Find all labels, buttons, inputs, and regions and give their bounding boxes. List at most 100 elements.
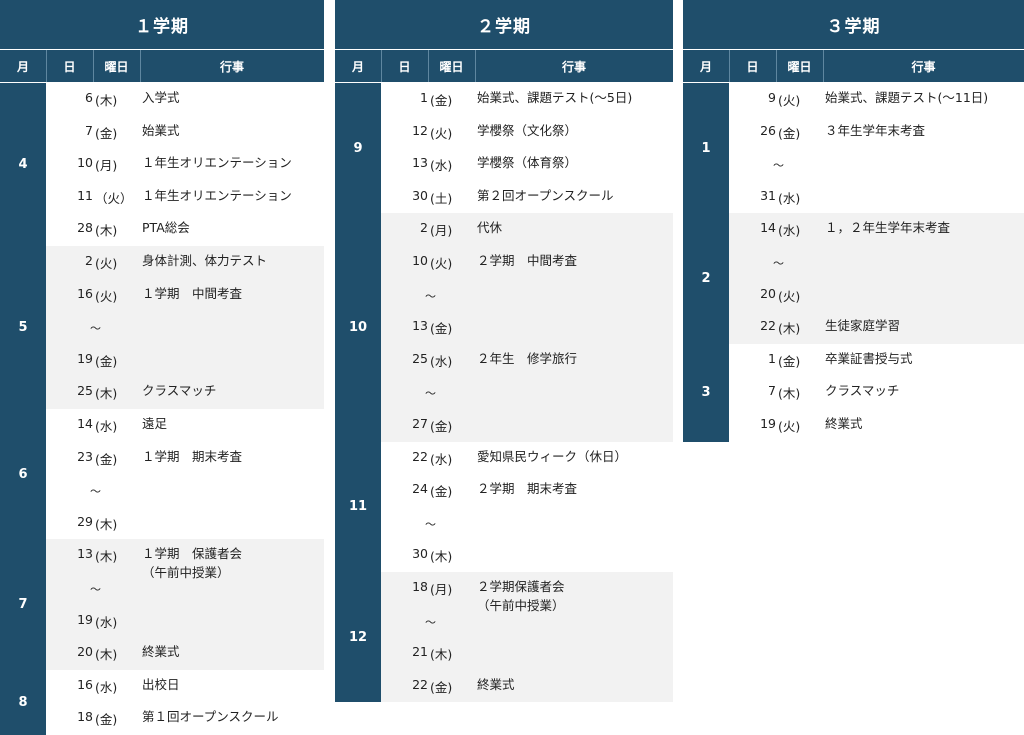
event-cell: ２学期 期末考査 [477, 481, 578, 497]
table-row: 11 （火） １年生オリエンテーション [46, 188, 324, 214]
event-cell: １学期 期末考査 [142, 448, 243, 464]
header-weekday: 曜日 [104, 59, 129, 74]
day-cell: 16 [77, 285, 93, 301]
weekday-cell: (金) [430, 321, 453, 337]
event-cell: 終業式 [477, 676, 515, 692]
header-event: 行事 [911, 59, 936, 74]
day-cell: 16 [77, 676, 93, 692]
term-title: ３学期 [683, 0, 1024, 49]
month-cell: 11 [335, 441, 381, 572]
header-event: 行事 [219, 59, 244, 74]
weekday-cell: (火) [778, 418, 801, 434]
month-block: 12 18 (月) ２学期保護者会 （午前中授業）〜 21 (木) 22 (金) 終業式 [335, 572, 673, 703]
table-row: 16 (水) 出校日 [46, 677, 324, 703]
table-row: 25 (水) ２年生 修学旅行 [381, 351, 673, 377]
event-cell: 入学式 [142, 90, 180, 105]
weekday-cell: (金) [95, 712, 118, 728]
table-row: 9 (火) 始業式、課題テスト(〜11日) [729, 90, 1024, 116]
day-cell: 18 [412, 579, 428, 594]
month-block: 3 1 (金) 卒業証書授与式 7 (木) クラスマッチ 19 (火) 終業式 [683, 343, 1024, 442]
header-month: 月 [351, 59, 364, 74]
month-block: 11 22 (水) 愛知県民ウィーク（休日） 24 (金) ２学期 期末考査〜 30 (木) [335, 441, 673, 572]
header-weekday: 曜日 [787, 59, 812, 74]
weekday-cell: (水) [95, 614, 118, 630]
table-row: 22 (金) 終業式 [381, 677, 673, 703]
table-row: 29 (木) [46, 514, 324, 540]
table-row: 〜 [381, 286, 673, 312]
day-cell: 30 [412, 187, 428, 203]
day-cell: 19 [760, 415, 776, 431]
event-cell: 出校日 [142, 676, 180, 692]
weekday-cell: (土) [430, 190, 453, 206]
range-tilde: 〜 [90, 485, 101, 499]
event-cell: 始業式 [142, 122, 180, 138]
table-row: 7 (金) 始業式 [46, 123, 324, 149]
day-cell: 2 [85, 253, 93, 268]
header-divider [776, 50, 777, 82]
event-cell: 身体計測、体力テスト [142, 253, 268, 268]
table-row: 21 (木) [381, 644, 673, 670]
day-cell: 12 [412, 122, 428, 138]
day-cell: 13 [412, 155, 428, 171]
weekday-cell: (水) [95, 679, 118, 695]
header-weekday: 曜日 [439, 59, 464, 74]
header-divider [823, 50, 824, 82]
range-tilde: 〜 [425, 615, 436, 629]
table-row: 18 (金) 第１回オープンスクール [46, 709, 324, 735]
table-row: 25 (木) クラスマッチ [46, 383, 324, 409]
term-column-2: ２学期月日曜日 行事 9 1 (金) 始業式、課題テスト(〜5日) 12 (火) 学櫻祭（文化祭… [335, 0, 673, 703]
table-row: 28 (木) PTA総会 [46, 220, 324, 246]
term-column-3: ３学期月日曜日 行事 1 9 (火) 始業式、課題テスト(〜11日) 26 (金) ３年生学年末… [683, 0, 1024, 442]
range-tilde: 〜 [90, 322, 101, 336]
header-divider [381, 50, 382, 82]
weekday-cell: (水) [778, 223, 801, 239]
table-row: 24 (金) ２学期 期末考査 [381, 481, 673, 507]
weekday-cell: (火) [430, 125, 453, 141]
event-cell: 卒業証書授与式 [825, 350, 913, 366]
weekday-cell: (火) [778, 93, 801, 108]
weekday-cell: (木) [95, 223, 118, 239]
weekday-cell: (火) [778, 288, 801, 304]
table-row: 19 (金) [46, 351, 324, 377]
day-cell: 2 [420, 220, 428, 236]
table-row: 20 (火) [729, 286, 1024, 312]
table-row: 〜 [381, 383, 673, 409]
day-cell: 13 [412, 318, 428, 334]
day-cell: 21 [412, 644, 428, 660]
weekday-cell: (金) [95, 451, 118, 467]
table-row: 14 (水) １，２年生学年末考査 [729, 220, 1024, 246]
month-block: 6 14 (水) 遠足 23 (金) １学期 期末考査〜 29 (木) [0, 409, 324, 540]
table-row: 23 (金) １学期 期末考査 [46, 449, 324, 475]
weekday-cell: (金) [778, 353, 801, 369]
table-row: 13 (金) [381, 318, 673, 344]
day-cell: 28 [77, 220, 93, 236]
weekday-cell: (水) [95, 419, 118, 434]
table-row: 10 (月) １年生オリエンテーション [46, 155, 324, 181]
weekday-cell: (火) [430, 255, 453, 271]
month-block: 10 2 (月) 代休 10 (火) ２学期 中間考査〜 13 (金) 25 (水) ２年生 修学旅行… [335, 213, 673, 442]
event-cell: 学櫻祭（文化祭） [477, 122, 578, 138]
day-cell: 9 [768, 90, 776, 105]
weekday-cell: (火) [95, 288, 118, 304]
event-cell: 始業式、課題テスト(〜11日) [825, 90, 989, 105]
table-row: 30 (木) [381, 546, 673, 572]
weekday-cell: (金) [95, 353, 118, 369]
day-cell: 29 [77, 513, 93, 529]
table-row: 31 (水) [729, 188, 1024, 214]
table-row: 18 (月) ２学期保護者会 （午前中授業） [381, 579, 673, 613]
table-row: 22 (木) 生徒家庭学習 [729, 318, 1024, 344]
table-row: 〜 [729, 155, 1024, 181]
day-cell: 10 [77, 155, 93, 171]
table-row: 1 (金) 始業式、課題テスト(〜5日) [381, 90, 673, 116]
table-row: 13 (水) 学櫻祭（体育祭） [381, 155, 673, 181]
event-cell: PTA総会 [142, 220, 190, 236]
day-cell: 19 [77, 611, 93, 627]
range-tilde: 〜 [425, 517, 436, 531]
weekday-cell: (木) [95, 549, 118, 565]
event-cell: 終業式 [142, 644, 180, 660]
header-divider [729, 50, 730, 82]
month-block: 9 1 (金) 始業式、課題テスト(〜5日) 12 (火) 学櫻祭（文化祭） 13 (水) 学櫻祭… [335, 83, 673, 214]
header-day: 日 [398, 59, 411, 74]
weekday-cell: (月) [430, 223, 453, 239]
table-row: 27 (金) [381, 416, 673, 442]
